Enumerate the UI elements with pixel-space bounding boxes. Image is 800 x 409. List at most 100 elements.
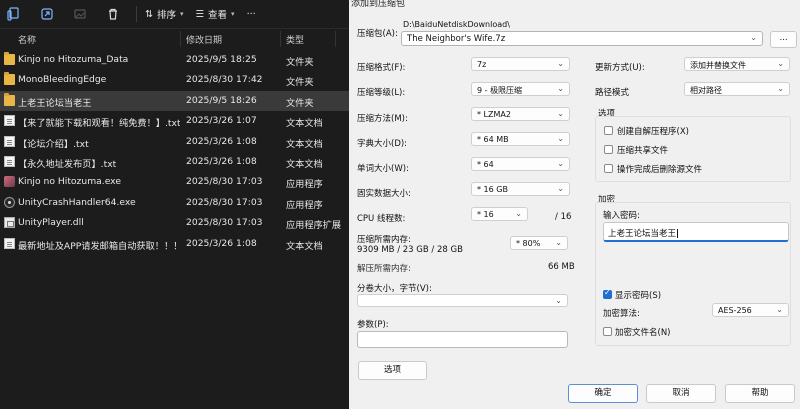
folder-icon [4, 52, 15, 65]
app-icon [4, 176, 15, 188]
sort-menu-button[interactable]: ⇅ 排序 ▾ [145, 7, 184, 22]
update-mode-select[interactable]: 添加并替换文件 ⌄ [684, 57, 790, 71]
file-row[interactable]: 最新地址及APP请发邮箱自动获取！！！... 2025/3/26 1:08 文本… [0, 234, 349, 254]
column-name[interactable]: 名称 [18, 33, 36, 46]
column-header: 名称 修改日期 类型 [0, 31, 349, 47]
toolbar-divider [136, 6, 137, 22]
update-mode-value: 添加并替换文件 [690, 61, 746, 70]
file-row[interactable]: 【论坛介绍】.txt 2025/3/26 1:08 文本文档 [0, 132, 349, 152]
dictionary-select[interactable]: * 64 MB ⌄ [471, 132, 570, 146]
encryption-method-select[interactable]: AES-256 ⌄ [712, 303, 789, 317]
solid-block-label: 固实数据大小: [357, 189, 411, 199]
create-sfx-checkbox[interactable] [604, 126, 613, 135]
split-volume-combo[interactable]: ⌄ [357, 294, 568, 307]
split-volume-label: 分卷大小，字节(V): [357, 284, 432, 294]
view-icon: ☰ [195, 8, 205, 20]
text-file-icon [4, 135, 15, 147]
file-row-selected[interactable]: 上老王论坛当老王 2025/9/5 18:26 文件夹 [0, 90, 349, 112]
method-select[interactable]: * LZMA2 ⌄ [471, 107, 570, 121]
word-size-value: * 64 [477, 160, 494, 169]
file-date: 2025/8/30 17:03 [186, 196, 263, 208]
file-type: 文本文档 [286, 118, 323, 130]
archive-label: 压缩包(A): [357, 29, 398, 39]
file-type: 应用程序 [286, 179, 323, 191]
archive-name-combo[interactable]: The Neighbor's Wife.7z ⌄ [401, 31, 763, 46]
path-mode-label: 路径模式 [595, 88, 630, 98]
level-value: 9 - 极限压缩 [477, 86, 523, 95]
column-divider[interactable] [335, 31, 336, 47]
chevron-down-icon: ⌄ [777, 84, 784, 93]
format-select[interactable]: 7z ⌄ [471, 57, 570, 71]
password-label: 输入密码: [603, 211, 640, 221]
chevron-down-icon: ⌄ [555, 238, 562, 247]
ok-button[interactable]: 确定 [568, 384, 638, 403]
delete-after-checkbox[interactable] [604, 164, 613, 173]
copy-icon[interactable] [4, 4, 24, 24]
compress-shared-checkbox[interactable] [604, 145, 613, 154]
encrypt-filenames-checkbox[interactable] [603, 327, 612, 336]
file-date: 2025/3/26 1:07 [186, 115, 257, 127]
file-row[interactable]: 【永久地址发布页】.txt 2025/3/26 1:08 文本文档 [0, 152, 349, 172]
file-name: UnityPlayer.dll [18, 217, 84, 229]
cancel-button[interactable]: 取消 [646, 384, 716, 403]
view-label: 查看 [208, 10, 228, 21]
password-input[interactable]: 上老王论坛当老王 [603, 222, 789, 242]
decompress-memory-value: 66 MB [548, 262, 575, 272]
file-type: 文件夹 [286, 77, 314, 89]
file-type: 应用程序 [286, 199, 323, 211]
chevron-down-icon: ⌄ [555, 296, 562, 305]
file-row[interactable]: Kinjo no Hitozuma_Data 2025/9/5 18:25 文件… [0, 50, 349, 70]
format-value: 7z [477, 60, 487, 69]
column-type[interactable]: 类型 [286, 33, 304, 46]
compress-shared-label: 压缩共享文件 [617, 146, 669, 156]
chevron-down-icon: ⌄ [557, 159, 564, 168]
parameters-input[interactable] [357, 331, 568, 348]
chevron-down-icon: ⌄ [557, 184, 564, 193]
browse-button[interactable]: ... [770, 31, 797, 48]
path-mode-select[interactable]: 相对路径 ⌄ [684, 82, 790, 96]
file-row[interactable]: UnityPlayer.dll 2025/8/30 17:03 应用程序扩展 [0, 213, 349, 233]
delete-icon[interactable] [103, 4, 123, 24]
column-divider[interactable] [180, 31, 181, 47]
chevron-down-icon[interactable]: ⌄ [750, 33, 757, 42]
text-file-icon [4, 237, 15, 249]
chevron-down-icon: ⌄ [557, 84, 564, 93]
view-menu-button[interactable]: ☰ 查看 ▾ [195, 7, 235, 22]
level-select[interactable]: 9 - 极限压缩 ⌄ [471, 82, 570, 96]
file-row[interactable]: UnityCrashHandler64.exe 2025/8/30 17:03 … [0, 193, 349, 213]
file-type: 文件夹 [286, 57, 314, 68]
memory-percent-value: * 80% [516, 239, 541, 248]
chevron-down-icon: ⌄ [515, 209, 522, 218]
options-group: 创建自解压程序(X) 压缩共享文件 操作完成后删除源文件 [595, 116, 791, 182]
file-date: 2025/9/5 18:25 [186, 54, 257, 65]
memory-percent-select[interactable]: * 80% ⌄ [510, 236, 568, 250]
compress-memory-label: 压缩所需内存: [357, 235, 411, 245]
file-row[interactable]: Kinjo no Hitozuma.exe 2025/8/30 17:03 应用… [0, 172, 349, 192]
dialog-title: 添加到压缩包 [351, 0, 406, 9]
show-password-checkbox[interactable] [603, 288, 612, 299]
file-date: 2025/9/5 18:26 [186, 94, 257, 106]
help-button[interactable]: 帮助 [725, 384, 795, 403]
more-options-button[interactable]: ··· [247, 9, 256, 20]
dictionary-label: 字典大小(D): [357, 139, 408, 149]
file-date: 2025/8/30 17:42 [186, 74, 263, 86]
file-row[interactable]: 【来了就能下载和观看！纯免费！】.txt 2025/3/26 1:07 文本文档 [0, 111, 349, 131]
dll-icon [4, 217, 15, 229]
file-date: 2025/3/26 1:08 [186, 237, 257, 249]
image-icon[interactable] [70, 4, 90, 24]
file-row[interactable]: MonoBleedingEdge 2025/8/30 17:42 文件夹 [0, 70, 349, 90]
file-date: 2025/8/30 17:03 [186, 217, 263, 229]
cpu-threads-select[interactable]: * 16 ⌄ [471, 207, 528, 221]
file-date: 2025/3/26 1:08 [186, 135, 257, 147]
decompress-memory-label: 解压所需内存: [357, 264, 411, 274]
share-icon[interactable] [37, 4, 57, 24]
solid-block-select[interactable]: * 16 GB ⌄ [471, 182, 570, 196]
options-button[interactable]: 选项 [358, 361, 427, 380]
method-value: * LZMA2 [477, 110, 511, 119]
cpu-threads-total: / 16 [555, 212, 572, 222]
column-divider[interactable] [280, 31, 281, 47]
word-size-select[interactable]: * 64 ⌄ [471, 157, 570, 171]
column-date[interactable]: 修改日期 [186, 33, 222, 46]
dialog-titlebar[interactable]: 添加到压缩包 [349, 0, 800, 10]
encryption-method-label: 加密算法: [603, 309, 640, 319]
